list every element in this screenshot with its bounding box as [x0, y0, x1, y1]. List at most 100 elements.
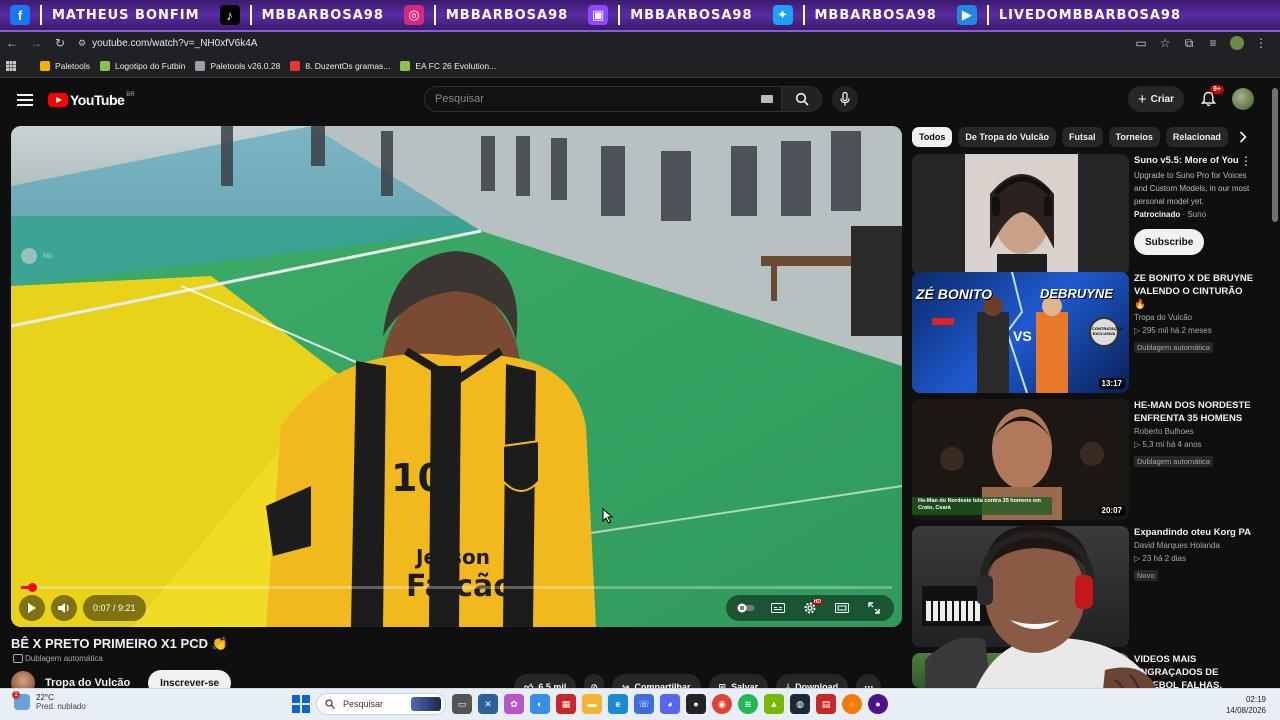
search-placeholder: Pesquisar [435, 93, 484, 105]
obs-icon[interactable]: ● [686, 694, 706, 714]
discord-icon[interactable]: ◕ [660, 694, 680, 714]
autoplay-toggle[interactable] [732, 595, 760, 621]
bookmark-item[interactable]: Paletools v26.0.28 [195, 60, 280, 71]
ad-thumbnail[interactable] [912, 154, 1129, 275]
bookmark-star-icon[interactable]: ☆ [1154, 32, 1176, 54]
task-view-icon[interactable]: ▭ [452, 694, 472, 714]
sponsored-card[interactable]: Suno v5.5: More of You Upgrade to Suno P… [912, 154, 1262, 275]
bookmark-item[interactable]: Logotipo do Futbin [99, 60, 186, 71]
subtitles-button[interactable] [764, 595, 792, 621]
video-card-title[interactable]: ZE BONITO X DE BRUYNE VALENDO O CINTURÃO… [1134, 272, 1254, 311]
ad-title[interactable]: Suno v5.5: More of You [1134, 154, 1254, 167]
twitter-icon: ✦ [772, 5, 793, 25]
back-button[interactable]: ← [0, 32, 24, 54]
settings-button[interactable]: HD [796, 595, 824, 621]
store-icon[interactable]: ▦ [556, 694, 576, 714]
xbox-icon[interactable]: ✕ [478, 694, 498, 714]
video-card-stats: ▷ 5,3 mi há 4 anos [1134, 438, 1254, 451]
taskbar-search[interactable]: Pesquisar [316, 693, 446, 715]
volume-button[interactable] [51, 595, 77, 621]
filter-chip[interactable]: De Tropa do Vulcão [958, 127, 1057, 147]
related-video-card[interactable]: ZÉ BONITO DEBRUYNE VS CONTRATAÇÃO EXCLUS… [912, 272, 1262, 393]
reading-list-icon[interactable]: ≡ [1202, 32, 1224, 54]
twitch-icon: ▣ [588, 5, 609, 25]
filter-chip[interactable]: Futsal [1062, 127, 1103, 147]
bookmark-label: Paletools [55, 60, 90, 71]
nvidia-icon[interactable]: ▲ [764, 694, 784, 714]
extensions-icon[interactable]: ⧉ [1178, 32, 1200, 54]
social-separator [618, 5, 621, 25]
video-thumbnail[interactable]: ZÉ BONITO DEBRUYNE VS CONTRATAÇÃO EXCLUS… [912, 272, 1129, 393]
create-button[interactable]: + Criar [1127, 86, 1184, 112]
browser-menu-icon[interactable]: ⋮ [1250, 32, 1272, 54]
windows-start-icon[interactable] [292, 695, 310, 713]
keyboard-icon[interactable] [761, 95, 773, 103]
video-card-channel[interactable]: Roberto Bulhoes [1134, 425, 1254, 438]
filter-chip[interactable]: Torneios [1108, 127, 1160, 147]
bookmark-item[interactable]: 8. DuzentOs gramas... [290, 60, 390, 71]
social-handle: LIVEDOMBBARBOSA98 [998, 7, 1182, 23]
edge-icon[interactable]: e [608, 694, 628, 714]
hamburger-menu-icon[interactable] [17, 94, 33, 106]
theater-mode-button[interactable] [828, 595, 856, 621]
play-button[interactable] [19, 595, 45, 621]
filter-chip[interactable]: Relacionad [1165, 127, 1228, 147]
create-label: Criar [1150, 93, 1174, 105]
video-card-title[interactable]: HE-MAN DOS NORDESTE ENFRENTA 35 HOMENS [1134, 399, 1254, 425]
photos-icon[interactable]: ◐ [530, 694, 550, 714]
social-handle: MATHEUS BONFIM [52, 7, 200, 23]
weather-desc: Pred. nublado [36, 702, 86, 711]
video-thumbnail[interactable]: He-Man do Nordeste luta contra 35 homens… [912, 399, 1129, 520]
ad-subscribe-button[interactable]: Subscribe [1134, 229, 1205, 255]
fullscreen-button[interactable] [860, 595, 888, 621]
notifications-button[interactable]: 9+ [1196, 85, 1224, 111]
bookmark-favicon-icon [195, 60, 206, 71]
bookmark-label: EA FC 26 Evolution... [415, 60, 497, 71]
chrome-icon[interactable]: ◉ [712, 694, 732, 714]
search-button[interactable] [782, 86, 822, 112]
chips-next-button[interactable] [1232, 126, 1254, 148]
clock-date: 14/08/2026 [1225, 706, 1266, 715]
reload-button[interactable]: ↻ [48, 32, 72, 54]
related-video-card[interactable]: He-Man do Nordeste luta contra 35 homens… [912, 399, 1262, 520]
weather-icon: 1 [12, 691, 30, 710]
app-purple-icon[interactable]: ● [868, 694, 888, 714]
forward-button[interactable]: → [24, 32, 48, 54]
channel-watermark[interactable]: Mb [21, 248, 53, 264]
bookmark-label: Logotipo do Futbin [114, 60, 186, 71]
thumb-tag: CONTRATAÇÃO EXCLUSIVA [1092, 326, 1123, 336]
phone-link-icon[interactable]: ☏ [634, 694, 654, 714]
origin-icon[interactable]: ○ [842, 694, 862, 714]
steam-icon[interactable]: ◍ [790, 694, 810, 714]
social-item: ♪ MBBARBOSA98 [210, 0, 394, 31]
account-avatar[interactable] [1232, 88, 1254, 110]
cast-icon[interactable]: ▭ [1130, 32, 1152, 54]
youtube-logo[interactable]: YouTube BR [48, 92, 135, 108]
search-input[interactable]: Pesquisar [424, 86, 782, 112]
copilot-icon[interactable]: ✿ [504, 694, 524, 714]
weather-widget[interactable]: 1 22°C Pred. nublado [12, 691, 86, 711]
subtitles-icon [771, 603, 785, 613]
more-vertical-icon[interactable]: ⋮ [1240, 154, 1252, 168]
system-clock[interactable]: 02:19 14/08/2026 [1226, 694, 1266, 716]
region-code: BR [126, 92, 135, 98]
video-card-channel[interactable]: Tropa do Vulcão [1134, 311, 1254, 324]
voice-search-button[interactable] [832, 86, 858, 112]
chevron-right-icon [1239, 131, 1247, 143]
social-separator [986, 5, 989, 25]
video-frame: 10 Jeyson Falcão [11, 126, 902, 627]
progress-bar[interactable] [21, 583, 892, 592]
site-info-icon[interactable]: ⚙ [78, 38, 86, 49]
page-scrollbar[interactable] [1272, 88, 1278, 222]
file-explorer-icon[interactable]: ▬ [582, 694, 602, 714]
progress-scrubber[interactable] [27, 583, 37, 592]
spotify-icon[interactable]: ≋ [738, 694, 758, 714]
bookmark-item[interactable]: Paletools [40, 60, 90, 71]
bookmark-item[interactable]: EA FC 26 Evolution... [400, 60, 497, 71]
filter-chip[interactable]: Todos [912, 127, 953, 147]
apps-grid-icon[interactable] [6, 60, 16, 71]
profile-avatar[interactable] [1230, 36, 1244, 50]
address-bar[interactable]: ⚙ youtube.com/watch?v=_NH0xfV6k4A [78, 34, 1124, 52]
app-red-icon[interactable]: ▤ [816, 694, 836, 714]
video-player[interactable]: 10 Jeyson Falcão Mb 0:07 / 9:21 HD [11, 126, 902, 627]
